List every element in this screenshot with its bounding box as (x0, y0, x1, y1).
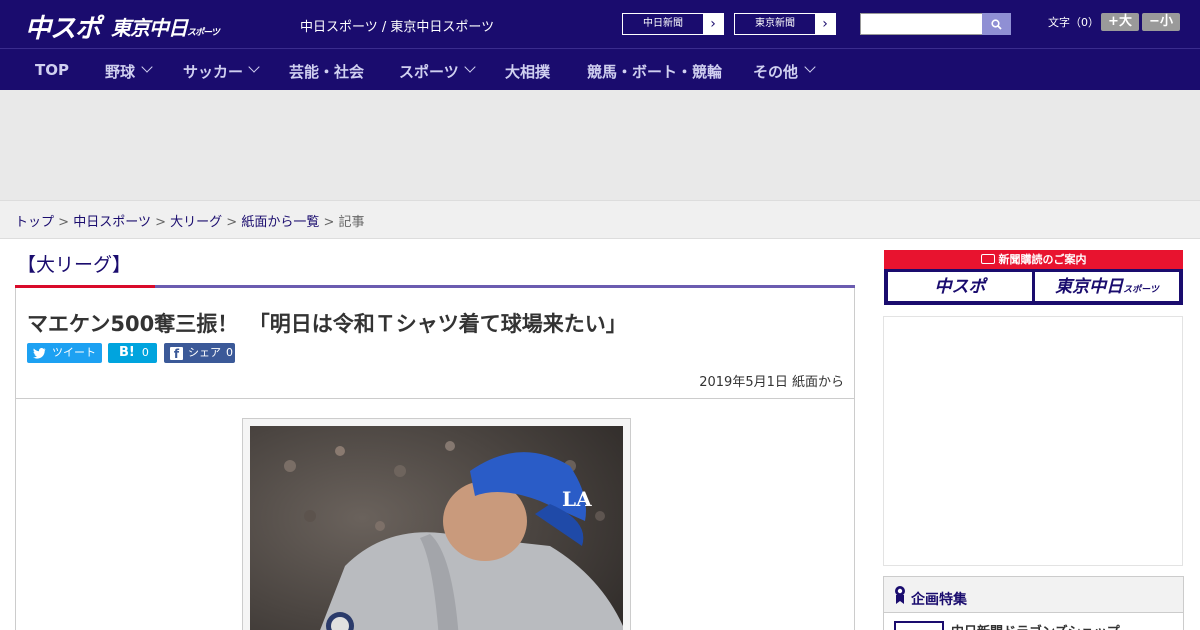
chevron-right-icon: › (815, 14, 835, 34)
facebook-share-count: 0 (226, 346, 233, 359)
subscription-box: 新聞購読のご案内 中スポ 東京中日スポーツ (884, 250, 1183, 305)
nav-item-sumo[interactable]: 大相撲 (505, 61, 550, 82)
breadcrumb-top[interactable]: トップ (15, 215, 54, 230)
tokyo-logo-text: 東京中日 (111, 18, 188, 40)
subscription-heading-text: 新聞購読のご案内 (998, 253, 1087, 266)
facebook-share-button[interactable]: f シェア 0 (164, 343, 235, 363)
breadcrumb-sep: > (226, 215, 238, 230)
special-features-header: 企画特集 (884, 577, 1183, 613)
nav-item-soccer[interactable]: サッカー (183, 61, 243, 82)
special-features-title: 企画特集 (911, 592, 967, 608)
dragons-shop-link[interactable]: 中日新聞ドラゴンズショップ (951, 621, 1120, 630)
tweet-label: ツイート (52, 346, 96, 359)
hatena-bookmark-button[interactable]: B! 0 (108, 343, 157, 363)
site-names: 中日スポーツ / 東京中日スポーツ (300, 20, 495, 35)
chevron-down-icon (248, 61, 260, 73)
chuspo-logo[interactable]: 中スポ (25, 8, 101, 45)
article-date: 2019年5月1日 紙面から (699, 375, 844, 390)
breadcrumb-print-list[interactable]: 紙面から一覧 (241, 215, 319, 230)
facebook-share-label: シェア (188, 346, 221, 359)
search-button[interactable] (982, 13, 1011, 35)
ad-banner (0, 90, 1200, 200)
facebook-icon: f (170, 346, 183, 361)
search-input[interactable] (860, 13, 983, 35)
hatena-icon: B! (119, 345, 135, 360)
tokyo-shimbun-link[interactable]: 東京新聞 › (734, 13, 836, 35)
sidebar-ad (883, 316, 1183, 566)
top-bar: 中スポ 東京中日スポーツ 中日スポーツ / 東京中日スポーツ 中日新聞 › 東京… (0, 0, 1200, 48)
nav-item-other[interactable]: その他 (753, 61, 798, 82)
tokyo-chunichi-logo[interactable]: 東京中日スポーツ (111, 12, 220, 41)
chunichi-shimbun-label: 中日新聞 (643, 18, 683, 29)
twitter-bird-icon (33, 347, 46, 359)
pitcher-photo-graphic: LA (250, 426, 623, 630)
tokyo-logo-sub: スポーツ (187, 27, 220, 37)
nav-item-sports[interactable]: スポーツ (399, 61, 459, 82)
article-headline: マエケン500奪三振！ 「明日は令和Ｔシャツ着て球場来たい」 (27, 312, 627, 336)
font-larger-button[interactable]: +大 (1101, 13, 1139, 31)
chevron-right-icon: › (703, 14, 723, 34)
breadcrumb-sep: > (323, 215, 335, 230)
breadcrumb-chunichi-sports[interactable]: 中日スポーツ (73, 215, 151, 230)
subscribe-chuspo-button[interactable]: 中スポ (888, 272, 1032, 301)
breadcrumb-current: 記事 (338, 215, 365, 230)
breadcrumb: トップ > 中日スポーツ > 大リーグ > 紙面から一覧 > 記事 (0, 200, 1200, 239)
search-icon (991, 18, 1002, 30)
breadcrumb-mlb[interactable]: 大リーグ (170, 215, 222, 230)
article-divider (16, 398, 854, 399)
category-title: 【大リーグ】 (17, 254, 132, 276)
dragons-shop-thumbnail[interactable] (894, 621, 944, 630)
subscribe-tokyo-button[interactable]: 東京中日スポーツ (1035, 272, 1179, 301)
chevron-down-icon (464, 61, 476, 73)
subscribe-tokyo-sub: スポーツ (1123, 284, 1159, 294)
ribbon-icon (895, 586, 905, 604)
tweet-button[interactable]: ツイート (27, 343, 102, 363)
chevron-down-icon (804, 61, 816, 73)
nav-item-top[interactable]: TOP (35, 61, 69, 79)
subscription-heading: 新聞購読のご案内 (884, 250, 1183, 269)
main-nav: TOP 野球 サッカー 芸能・社会 スポーツ 大相撲 競馬・ボート・競輪 その他 (0, 48, 1200, 90)
font-size-label: 文字（0） (1048, 16, 1099, 29)
ticket-icon (980, 254, 995, 264)
nav-item-baseball[interactable]: 野球 (105, 61, 135, 82)
breadcrumb-sep: > (155, 215, 166, 230)
chunichi-shimbun-link[interactable]: 中日新聞 › (622, 13, 724, 35)
nav-item-entertainment[interactable]: 芸能・社会 (289, 61, 364, 82)
article-photo-frame: LA (242, 418, 631, 630)
breadcrumb-sep: > (58, 215, 70, 230)
special-features-box: 企画特集 中日新聞ドラゴンズショップ (883, 576, 1184, 630)
tokyo-shimbun-label: 東京新聞 (755, 18, 795, 29)
hatena-count: 0 (141, 346, 149, 359)
font-smaller-button[interactable]: −小 (1142, 13, 1180, 31)
article-card: マエケン500奪三振！ 「明日は令和Ｔシャツ着て球場来たい」 ツイート B! 0… (15, 288, 855, 630)
article-photo[interactable]: LA (250, 426, 623, 630)
chevron-down-icon (141, 61, 153, 73)
svg-text:LA: LA (562, 487, 592, 511)
subscribe-tokyo-text: 東京中日 (1055, 277, 1124, 296)
nav-item-racing[interactable]: 競馬・ボート・競輪 (587, 61, 722, 82)
